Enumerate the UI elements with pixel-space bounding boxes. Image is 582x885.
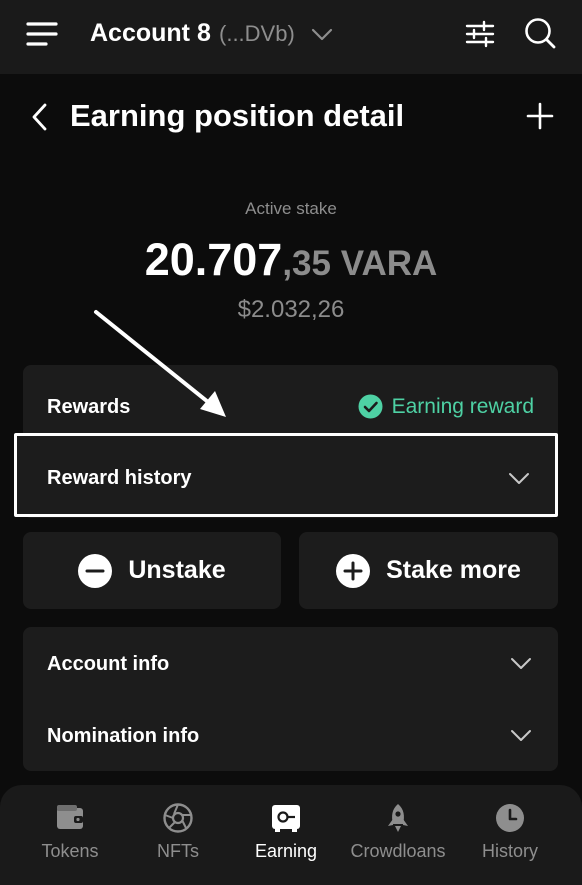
account-info-label: Account info — [47, 653, 170, 675]
stake-more-label: Stake more — [386, 556, 521, 584]
nav-crowdloans[interactable]: Crowdloans — [344, 785, 452, 885]
info-card: Account info Nomination info — [23, 627, 558, 771]
active-stake-amount: 20.707,35 VARA — [0, 234, 582, 286]
nav-label: Earning — [254, 841, 318, 861]
unstake-button[interactable]: Unstake — [23, 532, 281, 609]
earning-status: Earning reward — [358, 394, 534, 419]
nav-nfts[interactable]: NFTs — [128, 785, 228, 885]
menu-icon[interactable] — [26, 20, 58, 48]
nav-earning[interactable]: Earning — [236, 785, 336, 885]
safe-icon — [272, 805, 300, 832]
rocket-icon — [388, 804, 408, 832]
nav-tokens[interactable]: Tokens — [20, 785, 120, 885]
active-stake-label: Active stake — [245, 199, 337, 218]
minus-circle-icon — [78, 553, 113, 588]
search-icon[interactable] — [522, 15, 558, 51]
chevron-down-icon — [509, 473, 529, 484]
plus-circle-icon — [336, 553, 371, 588]
stake-amount-decimal: ,35 VARA — [282, 244, 438, 283]
nav-history[interactable]: History — [460, 785, 560, 885]
clock-icon — [496, 804, 524, 832]
page-title: Earning position detail — [70, 98, 405, 133]
aperture-icon — [163, 803, 193, 833]
chevron-down-icon — [511, 658, 531, 669]
filter-icon[interactable] — [464, 18, 496, 50]
stake-more-button[interactable]: Stake more — [299, 532, 558, 609]
nomination-info-label: Nomination info — [47, 725, 200, 747]
account-name[interactable]: Account 8 — [90, 19, 211, 48]
plus-icon[interactable] — [524, 100, 556, 132]
account-info-toggle[interactable]: Account info — [23, 627, 558, 699]
stake-usd-value: $2.032,26 — [237, 296, 345, 323]
earning-status-text: Earning reward — [391, 394, 534, 418]
unstake-label: Unstake — [128, 556, 226, 584]
nomination-info-toggle[interactable]: Nomination info — [23, 699, 558, 771]
rewards-label: Rewards — [47, 396, 131, 418]
top-bar: Account 8 (...DVb) — [0, 0, 582, 74]
chevron-down-icon[interactable] — [309, 22, 335, 46]
nav-label: NFTs — [157, 841, 199, 861]
check-circle-icon — [358, 394, 383, 419]
nav-label: History — [481, 841, 538, 861]
bottom-nav: Tokens NFTs Earning Crowdloans History — [0, 785, 582, 885]
account-address[interactable]: (...DVb) — [219, 21, 295, 47]
nav-label: Tokens — [41, 841, 99, 861]
nav-label: Crowdloans — [350, 841, 446, 861]
reward-history-label: Reward history — [47, 467, 192, 489]
chevron-down-icon — [511, 730, 531, 741]
stake-amount-integer: 20.707 — [144, 234, 283, 285]
back-icon[interactable] — [28, 100, 52, 134]
wallet-icon — [57, 805, 83, 829]
reward-history-toggle[interactable]: Reward history — [14, 433, 558, 517]
